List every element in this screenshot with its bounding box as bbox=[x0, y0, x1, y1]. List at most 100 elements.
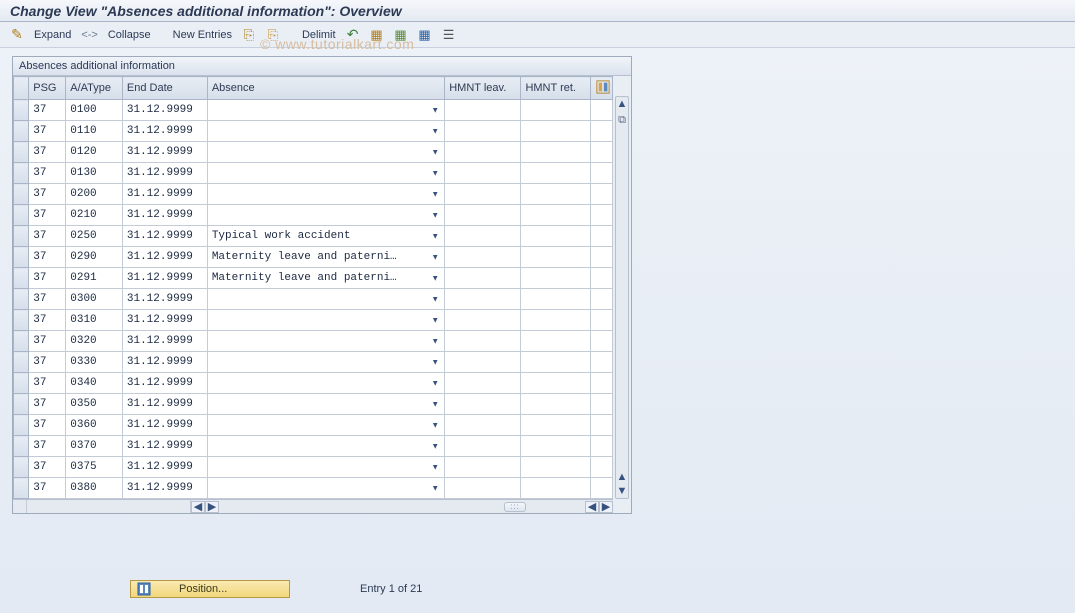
hscroll-right-icon[interactable]: ▶ bbox=[205, 501, 219, 513]
cell-aatype[interactable]: 0375 bbox=[66, 457, 123, 478]
cell-absence[interactable]: ▾ bbox=[207, 415, 444, 436]
cell-hmnt-ret[interactable] bbox=[521, 100, 591, 121]
col-hmnt-leav[interactable]: HMNT leav. bbox=[445, 77, 521, 100]
cell-absence[interactable]: ▾ bbox=[207, 205, 444, 226]
col-aatype[interactable]: A/AType bbox=[66, 77, 123, 100]
cell-psg[interactable]: 37 bbox=[29, 142, 66, 163]
row-selector[interactable] bbox=[14, 373, 29, 394]
dropdown-icon[interactable]: ▾ bbox=[429, 292, 441, 307]
cell-end-date[interactable]: 31.12.9999 bbox=[122, 100, 207, 121]
select-all-icon[interactable] bbox=[368, 26, 386, 44]
row-selector[interactable] bbox=[14, 457, 29, 478]
page-down-icon[interactable]: ▲ bbox=[616, 470, 628, 484]
cell-aatype[interactable]: 0291 bbox=[66, 268, 123, 289]
dropdown-icon[interactable]: ▾ bbox=[429, 103, 441, 118]
row-selector[interactable] bbox=[14, 121, 29, 142]
cell-absence[interactable]: ▾ bbox=[207, 457, 444, 478]
row-selector[interactable] bbox=[14, 268, 29, 289]
cell-psg[interactable]: 37 bbox=[29, 247, 66, 268]
cell-psg[interactable]: 37 bbox=[29, 331, 66, 352]
cell-absence[interactable]: Maternity leave and paterni…▾ bbox=[207, 268, 444, 289]
dropdown-icon[interactable]: ▾ bbox=[429, 313, 441, 328]
cell-hmnt-leav[interactable] bbox=[445, 415, 521, 436]
cell-end-date[interactable]: 31.12.9999 bbox=[122, 331, 207, 352]
cell-hmnt-leav[interactable] bbox=[445, 436, 521, 457]
row-selector[interactable] bbox=[14, 478, 29, 499]
cell-end-date[interactable]: 31.12.9999 bbox=[122, 226, 207, 247]
select-block-icon[interactable] bbox=[392, 26, 410, 44]
cell-hmnt-leav[interactable] bbox=[445, 100, 521, 121]
row-selector[interactable] bbox=[14, 142, 29, 163]
cell-aatype[interactable]: 0370 bbox=[66, 436, 123, 457]
col-config[interactable] bbox=[591, 77, 613, 100]
dropdown-icon[interactable]: ▾ bbox=[429, 481, 441, 496]
cell-absence[interactable]: ▾ bbox=[207, 289, 444, 310]
cell-psg[interactable]: 37 bbox=[29, 352, 66, 373]
cell-hmnt-ret[interactable] bbox=[521, 184, 591, 205]
cell-end-date[interactable]: 31.12.9999 bbox=[122, 289, 207, 310]
cell-absence[interactable]: ▾ bbox=[207, 142, 444, 163]
cell-psg[interactable]: 37 bbox=[29, 373, 66, 394]
vscroll-track[interactable] bbox=[616, 111, 628, 470]
cell-psg[interactable]: 37 bbox=[29, 226, 66, 247]
cell-absence[interactable]: ▾ bbox=[207, 100, 444, 121]
cell-aatype[interactable]: 0250 bbox=[66, 226, 123, 247]
delimit-button[interactable]: Delimit bbox=[300, 29, 338, 41]
cell-hmnt-ret[interactable] bbox=[521, 142, 591, 163]
dropdown-icon[interactable]: ▾ bbox=[429, 250, 441, 265]
row-selector[interactable] bbox=[14, 289, 29, 310]
cell-aatype[interactable]: 0290 bbox=[66, 247, 123, 268]
row-selector[interactable] bbox=[14, 310, 29, 331]
cell-end-date[interactable]: 31.12.9999 bbox=[122, 310, 207, 331]
table-settings-icon[interactable] bbox=[440, 26, 458, 44]
dropdown-icon[interactable]: ▾ bbox=[429, 397, 441, 412]
new-entries-button[interactable]: New Entries bbox=[171, 29, 234, 41]
dropdown-icon[interactable]: ▾ bbox=[429, 460, 441, 475]
cell-psg[interactable]: 37 bbox=[29, 394, 66, 415]
row-selector[interactable] bbox=[14, 352, 29, 373]
cell-aatype[interactable]: 0120 bbox=[66, 142, 123, 163]
cell-end-date[interactable]: 31.12.9999 bbox=[122, 415, 207, 436]
cell-end-date[interactable]: 31.12.9999 bbox=[122, 121, 207, 142]
cell-aatype[interactable]: 0360 bbox=[66, 415, 123, 436]
row-selector[interactable] bbox=[14, 415, 29, 436]
dropdown-icon[interactable]: ▾ bbox=[429, 187, 441, 202]
cell-hmnt-leav[interactable] bbox=[445, 121, 521, 142]
cell-aatype[interactable]: 0330 bbox=[66, 352, 123, 373]
position-button[interactable]: Position... bbox=[130, 580, 290, 598]
undo-icon[interactable] bbox=[344, 26, 362, 44]
cell-aatype[interactable]: 0200 bbox=[66, 184, 123, 205]
cell-end-date[interactable]: 31.12.9999 bbox=[122, 268, 207, 289]
dropdown-icon[interactable]: ▾ bbox=[429, 208, 441, 223]
cell-absence[interactable]: ▾ bbox=[207, 373, 444, 394]
cell-end-date[interactable]: 31.12.9999 bbox=[122, 457, 207, 478]
hscroll-left2-icon[interactable]: ◀ bbox=[585, 501, 599, 513]
dropdown-icon[interactable]: ▾ bbox=[429, 229, 441, 244]
cell-psg[interactable]: 37 bbox=[29, 121, 66, 142]
row-selector[interactable] bbox=[14, 184, 29, 205]
cell-absence[interactable]: ▾ bbox=[207, 331, 444, 352]
dropdown-icon[interactable]: ▾ bbox=[429, 166, 441, 181]
dropdown-icon[interactable]: ▾ bbox=[429, 355, 441, 370]
cell-hmnt-leav[interactable] bbox=[445, 142, 521, 163]
cell-hmnt-ret[interactable] bbox=[521, 352, 591, 373]
cell-absence[interactable]: ▾ bbox=[207, 310, 444, 331]
cell-absence[interactable]: ▾ bbox=[207, 184, 444, 205]
dropdown-icon[interactable]: ▾ bbox=[429, 376, 441, 391]
cell-hmnt-leav[interactable] bbox=[445, 205, 521, 226]
cell-absence[interactable]: ▾ bbox=[207, 394, 444, 415]
vscroll-down-icon[interactable]: ▼ bbox=[616, 484, 628, 498]
cell-hmnt-leav[interactable] bbox=[445, 373, 521, 394]
cell-absence[interactable]: ▾ bbox=[207, 478, 444, 499]
row-selector[interactable] bbox=[14, 163, 29, 184]
cell-aatype[interactable]: 0210 bbox=[66, 205, 123, 226]
cell-hmnt-leav[interactable] bbox=[445, 310, 521, 331]
row-selector[interactable] bbox=[14, 331, 29, 352]
cell-absence[interactable]: ▾ bbox=[207, 121, 444, 142]
cell-end-date[interactable]: 31.12.9999 bbox=[122, 394, 207, 415]
cell-hmnt-leav[interactable] bbox=[445, 478, 521, 499]
vscroll-up-icon[interactable]: ▲ bbox=[616, 97, 628, 111]
cell-psg[interactable]: 37 bbox=[29, 205, 66, 226]
cell-hmnt-ret[interactable] bbox=[521, 163, 591, 184]
cell-aatype[interactable]: 0350 bbox=[66, 394, 123, 415]
